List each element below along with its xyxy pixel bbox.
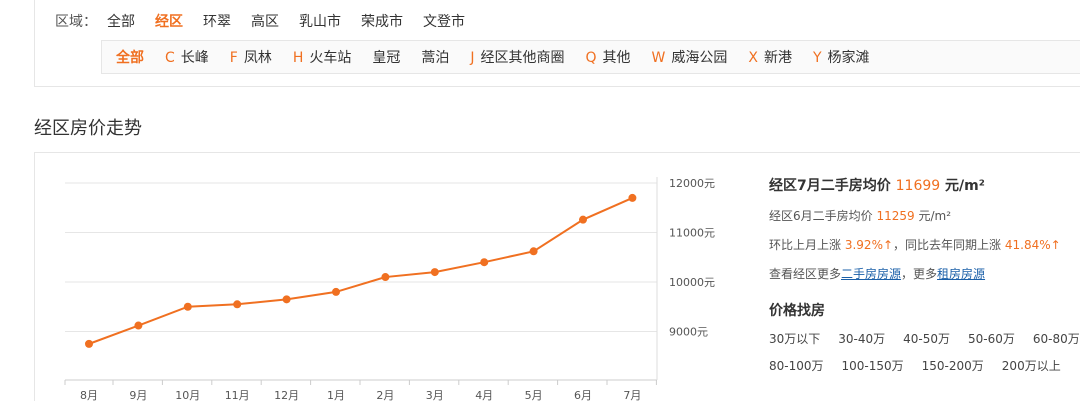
price-info: 经区7月二手房均价 11699 元/m² 经区6月二手房均价 11259 元/m… [769, 175, 1080, 384]
price-range-option[interactable]: 60-80万 [1033, 330, 1080, 347]
region-option[interactable]: 经区 [155, 11, 183, 31]
subarea-name: 杨家滩 [827, 50, 870, 66]
subarea-option[interactable]: 蒿泊 [421, 47, 449, 67]
july-average-price: 经区7月二手房均价 11699 元/m² [769, 178, 985, 194]
price-point[interactable] [381, 273, 390, 282]
yoy-change: 41.84%↑ [1004, 238, 1061, 252]
subarea-letter: Q [585, 50, 597, 66]
price-point[interactable] [480, 258, 489, 267]
up-arrow-icon: ↑ [882, 238, 894, 252]
subarea-option[interactable]: J 经区其他商圈 [470, 47, 564, 67]
price-point[interactable] [183, 302, 192, 311]
region-option[interactable]: 荣成市 [361, 11, 403, 31]
region-options: 全部 经区 环翠 高区 乳山市 荣成市 文登市 [107, 11, 485, 31]
subarea-name: 经区其他商圈 [480, 50, 565, 66]
region-option[interactable]: 乳山市 [299, 11, 341, 31]
price-search-title: 价格找房 [769, 303, 825, 319]
june-price-value: 11259 [876, 209, 915, 223]
x-tick-label: 3月 [426, 389, 444, 401]
price-point[interactable] [430, 268, 439, 277]
subarea-option[interactable]: 皇冠 [372, 47, 400, 67]
subarea-letter: W [651, 50, 666, 66]
subarea-name: 蒿泊 [421, 50, 450, 66]
price-range-option[interactable]: 100-150万 [842, 357, 904, 374]
subarea-option[interactable]: C 长峰 [165, 47, 209, 67]
subarea-option[interactable]: Q 其他 [586, 47, 631, 67]
subarea-name: 长峰 [180, 50, 209, 66]
y-tick-label: 12000元 [669, 177, 715, 190]
region-filter-row: 区域： 全部 经区 环翠 高区 乳山市 荣成市 文登市 [55, 11, 485, 31]
subarea-letter: C [165, 50, 175, 66]
price-range-option[interactable]: 150-200万 [922, 357, 984, 374]
subarea-letter: H [292, 50, 304, 66]
subarea-name: 威海公园 [671, 50, 728, 66]
up-arrow-icon: ↑ [1050, 238, 1061, 252]
x-tick-label: 12月 [274, 389, 299, 401]
secondhand-listings-link[interactable]: 二手房房源 [841, 267, 901, 281]
price-point[interactable] [529, 247, 538, 256]
price-point[interactable] [134, 321, 143, 330]
rental-listings-link[interactable]: 租房房源 [937, 267, 985, 281]
subarea-option[interactable]: F 凤林 [230, 47, 272, 67]
june-average-price: 经区6月二手房均价 11259 元/m² [769, 209, 952, 223]
region-option[interactable]: 文登市 [423, 11, 465, 31]
price-range-option[interactable]: 40-50万 [903, 330, 950, 347]
section-title: 经区房价走势 [34, 118, 142, 139]
region-option[interactable]: 环翠 [203, 11, 231, 31]
subarea-filter-row: 全部 C 长峰 F 凤林 H 火车站 皇冠 蒿泊 J 经区其他商圈 Q 其他 W 威海公园 X 新港 Y 杨家滩 [101, 40, 1080, 74]
price-point[interactable] [85, 339, 93, 348]
x-tick-label: 4月 [475, 389, 493, 401]
x-tick-label: 8月 [80, 389, 98, 401]
price-range-option[interactable]: 30-40万 [838, 330, 885, 347]
x-tick-label: 2月 [376, 389, 394, 401]
subarea-name: 皇冠 [372, 50, 401, 66]
mom-change: 3.92%↑ [844, 238, 894, 252]
region-label: 区域： [55, 14, 97, 30]
subarea-letter: J [470, 50, 475, 66]
price-range-option[interactable]: 80-100万 [769, 357, 824, 374]
region-option[interactable]: 高区 [251, 11, 279, 31]
price-series-line [88, 196, 633, 345]
price-point[interactable] [628, 193, 637, 202]
subarea-name: 凤林 [243, 50, 272, 66]
filter-panel: 区域： 全部 经区 环翠 高区 乳山市 荣成市 文登市 全部 C 长峰 F 凤林 H 火车站 皇冠 蒿泊 J 经… [34, 0, 1080, 87]
price-range-option[interactable]: 30万以下 [769, 330, 820, 347]
x-tick-label: 9月 [129, 389, 147, 401]
x-tick-label: 7月 [623, 389, 641, 401]
y-tick-label: 10000元 [669, 276, 715, 289]
subarea-name: 全部 [116, 50, 144, 66]
subarea-name: 新港 [763, 50, 792, 66]
subarea-option[interactable]: H 火车站 [293, 47, 352, 67]
price-point[interactable] [332, 287, 340, 296]
subarea-option[interactable]: X 新港 [748, 47, 792, 67]
subarea-name: 火车站 [309, 50, 352, 66]
price-range-list: 30万以下 30-40万 40-50万 50-60万 60-80万 80-100万 100-… [769, 330, 1080, 384]
price-range-option[interactable]: 50-60万 [968, 330, 1015, 347]
price-trend-panel: 9000元 10000元 11000元 12000元 8月 9月 10月 11月 12月 1月 2月… [34, 152, 1080, 401]
x-tick-label: 11月 [225, 389, 250, 401]
price-trend-chart: 9000元 10000元 11000元 12000元 8月 9月 10月 11月 12月 1月 2月… [64, 177, 715, 401]
july-price-value: 11699 [895, 178, 941, 194]
x-tick-label: 5月 [525, 389, 543, 401]
subarea-letter: Y [812, 50, 822, 66]
x-tick-label: 10月 [175, 389, 200, 401]
subarea-option[interactable]: W 威海公园 [652, 47, 728, 67]
price-range-option[interactable]: 200万以上 [1002, 357, 1061, 374]
price-change: 环比上月上涨 3.92%↑，同比去年同期上涨 41.84%↑ [769, 238, 1061, 252]
subarea-option[interactable]: 全部 [116, 47, 144, 67]
subarea-letter: F [229, 50, 238, 66]
price-point[interactable] [233, 300, 242, 309]
subarea-name: 其他 [602, 50, 631, 66]
x-tick-label: 1月 [327, 389, 345, 401]
y-tick-label: 11000元 [669, 227, 715, 240]
x-tick-label: 6月 [574, 389, 592, 401]
subarea-option[interactable]: Y 杨家滩 [813, 47, 870, 67]
y-tick-label: 9000元 [669, 326, 708, 339]
price-point[interactable] [579, 215, 587, 224]
more-links: 查看经区更多二手房房源，更多租房房源 [769, 267, 986, 281]
price-point[interactable] [282, 295, 291, 304]
region-option[interactable]: 全部 [107, 11, 135, 31]
subarea-letter: X [748, 50, 758, 66]
